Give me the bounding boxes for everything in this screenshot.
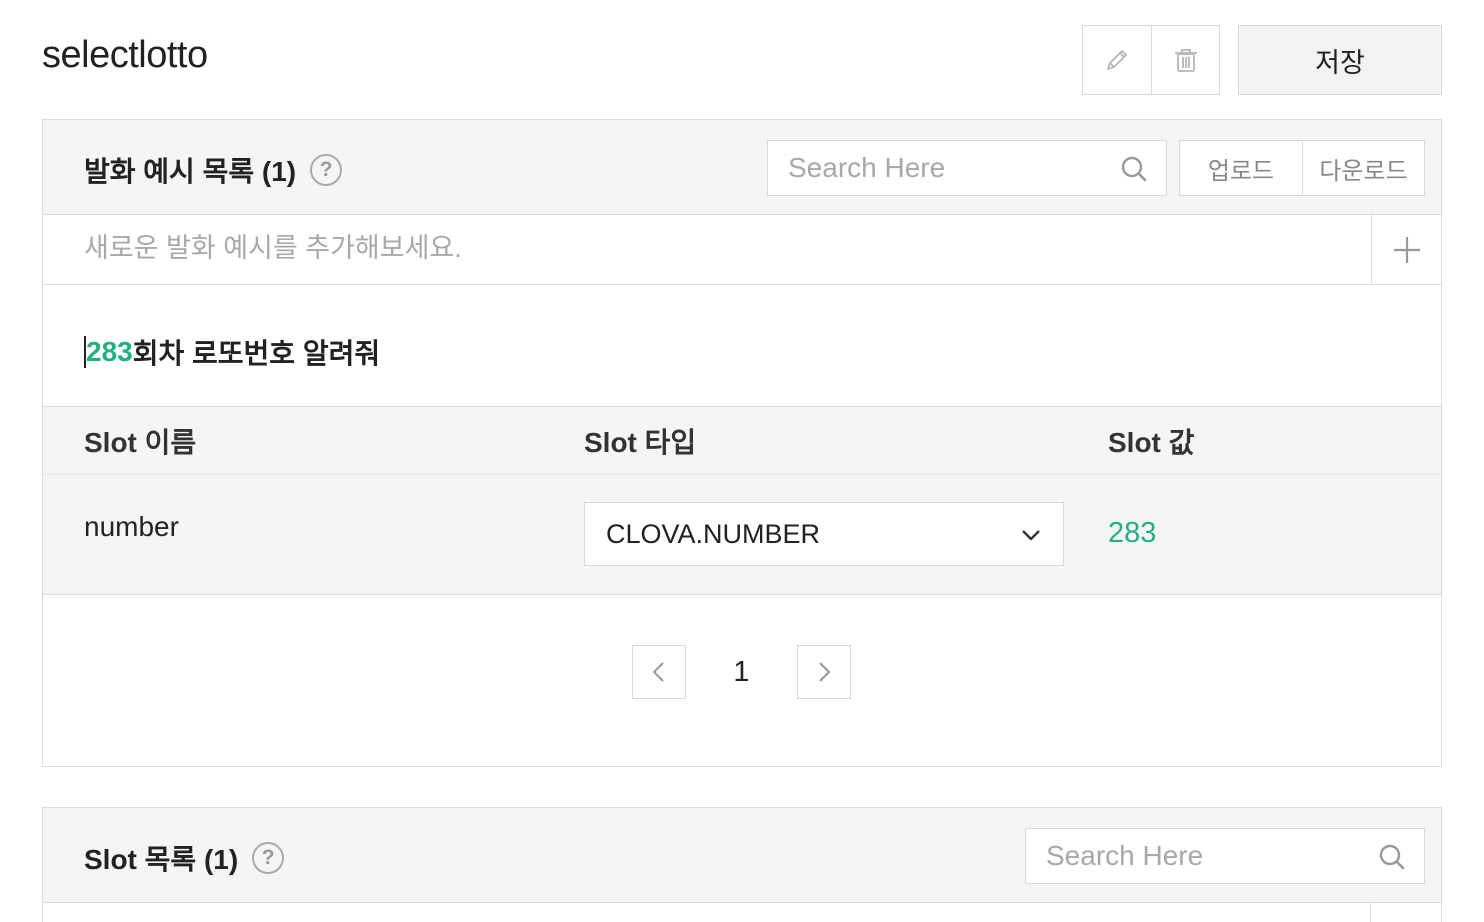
trash-icon: [1174, 49, 1197, 72]
chevron-left-icon: [652, 662, 664, 682]
add-utterance-button[interactable]: [1371, 215, 1441, 284]
utterance-panel-title-wrap: 발화 예시 목록 (1) ?: [84, 150, 343, 190]
page-title: selectlotto: [42, 34, 208, 76]
page-number[interactable]: 1: [686, 656, 797, 689]
utterance-slot-highlight[interactable]: 283: [86, 336, 133, 368]
slot-panel-header: Slot 목록 (1) ?: [43, 808, 1441, 903]
slot-type-selected: CLOVA.NUMBER: [606, 518, 821, 549]
help-icon[interactable]: ?: [310, 154, 343, 186]
search-icon[interactable]: [1378, 843, 1406, 871]
chevron-down-icon: [1022, 530, 1040, 541]
utterance-panel-header: 발화 예시 목록 (1) ? 업로드 다운로드: [43, 120, 1441, 215]
download-button[interactable]: 다운로드: [1302, 141, 1424, 195]
utterance-panel-title: 발화 예시 목록 (1): [84, 156, 297, 187]
slot-panel-title: Slot 목록 (1): [84, 844, 239, 875]
pagination: 1: [632, 645, 851, 699]
add-utterance-row: [43, 215, 1441, 285]
slot-table-header: Slot 이름 Slot 타입 Slot 값: [43, 407, 1441, 475]
slot-search-input[interactable]: [1046, 840, 1376, 872]
utterance-search: [767, 140, 1167, 196]
delete-button[interactable]: [1151, 26, 1219, 94]
column-header-slot-value: Slot 값: [1108, 427, 1195, 458]
column-header-slot-type: Slot 타입: [584, 427, 697, 458]
column-header-slot-name: Slot 이름: [84, 427, 197, 458]
slot-panel: Slot 목록 (1) ?: [42, 807, 1442, 922]
slot-type-select[interactable]: CLOVA.NUMBER: [584, 502, 1064, 566]
help-icon[interactable]: ?: [252, 842, 285, 874]
utterance-search-input[interactable]: [788, 152, 1118, 184]
utterance-panel: 발화 예시 목록 (1) ? 업로드 다운로드 283 회차 로또번호 알려줘: [42, 119, 1442, 767]
slot-table: Slot 이름 Slot 타입 Slot 값 number CLOVA.NUMB…: [43, 406, 1441, 595]
plus-icon: [1393, 236, 1420, 263]
save-button[interactable]: 저장: [1238, 25, 1442, 95]
pencil-icon: [1107, 50, 1127, 70]
utterance-example[interactable]: 283 회차 로또번호 알려줘: [84, 332, 380, 372]
chevron-right-icon: [819, 662, 831, 682]
slot-name-cell: number: [84, 511, 179, 542]
slot-value-cell: 283: [1108, 517, 1157, 549]
edit-button[interactable]: [1083, 26, 1151, 94]
upload-button[interactable]: 업로드: [1180, 141, 1302, 195]
prev-page-button[interactable]: [632, 645, 686, 699]
upload-download-group: 업로드 다운로드: [1179, 140, 1425, 196]
slot-panel-title-wrap: Slot 목록 (1) ?: [84, 838, 285, 878]
search-icon[interactable]: [1120, 155, 1148, 183]
next-page-button[interactable]: [797, 645, 851, 699]
add-utterance-input[interactable]: [84, 233, 1324, 264]
slot-search: [1025, 828, 1425, 884]
divider: [1370, 903, 1371, 922]
edit-delete-group: [1082, 25, 1220, 95]
utterance-text: 회차 로또번호 알려줘: [132, 338, 381, 369]
